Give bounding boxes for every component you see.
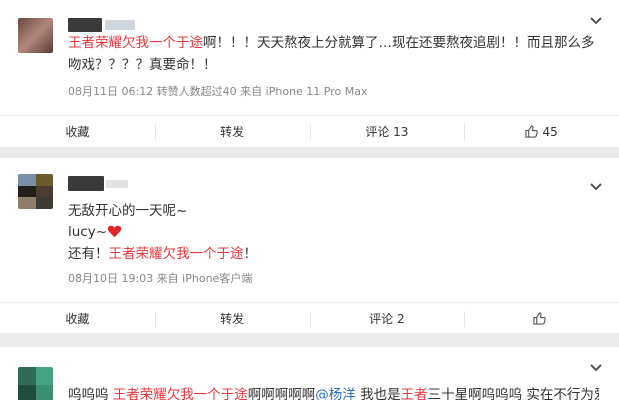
comment-button[interactable]: 评论 2 — [309, 303, 465, 334]
chevron-down-icon[interactable] — [589, 363, 603, 373]
post-line-2: lucy~ — [68, 221, 599, 243]
username-redacted[interactable] — [68, 176, 104, 191]
post-meta: 08月11日 06:12 转赞人数超过40 来自 iPhone 11 Pro M… — [68, 85, 368, 98]
post-highlight[interactable]: 王者荣耀欠我一个于途 — [109, 246, 244, 262]
collect-button[interactable]: 收藏 — [0, 303, 155, 334]
collect-label: 收藏 — [65, 312, 90, 326]
post-line-1: 无敌开心的一天呢~ — [68, 203, 188, 219]
post-highlight[interactable]: 王者荣耀欠我一个于途 — [113, 387, 248, 400]
collect-label: 收藏 — [65, 125, 90, 139]
chevron-down-icon[interactable] — [589, 182, 603, 192]
post-text-3: 啊啊啊啊啊 — [247, 387, 316, 400]
repost-button[interactable]: 转发 — [154, 303, 310, 334]
thumbs-up-icon — [533, 312, 546, 325]
heart-icon — [107, 225, 122, 238]
user-badge — [106, 180, 128, 188]
username-redacted[interactable] — [68, 18, 102, 32]
user-badge — [105, 20, 135, 30]
post-line-3-suffix: ！ — [243, 246, 258, 262]
like-button[interactable] — [464, 303, 619, 334]
collect-button[interactable]: 收藏 — [0, 116, 155, 147]
repost-button[interactable]: 转发 — [154, 116, 310, 147]
post-line-3-prefix: 还有！ — [68, 246, 109, 262]
comment-label: 评论 13 — [365, 125, 409, 139]
post-meta: 08月10日 19:03 来自 iPhone客户端 — [68, 272, 253, 285]
post-highlight[interactable]: 王者荣耀欠我一个于途 — [68, 35, 203, 51]
user-avatar[interactable] — [18, 174, 53, 209]
comment-label: 评论 2 — [369, 312, 405, 326]
weibo-post-2: 无敌开心的一天呢~ lucy~ 还有！王者荣耀欠我一个于途！ 08月10日 19… — [0, 158, 619, 333]
action-bar: 收藏 转发 评论 2 — [0, 302, 619, 334]
post-text: 呜呜呜 王者荣耀欠我一个于途啊啊啊啊啊@杨洋 我也是王者三十星啊呜呜呜 实在不行… — [68, 384, 599, 400]
post-text: 王者荣耀欠我一个于途啊！！！天天熬夜上分就算了…现在还要熬夜追剧！！而且那么多吻… — [68, 32, 599, 76]
user-avatar[interactable] — [18, 367, 53, 400]
post-highlight-2[interactable]: 王者 — [401, 387, 428, 400]
post-line-3: 还有！王者荣耀欠我一个于途！ — [68, 243, 599, 265]
like-button[interactable]: 45 — [464, 116, 619, 147]
post-text-7: 三十星啊呜呜呜 实在不行为爱肝 — [427, 387, 599, 400]
weibo-post-1: 王者荣耀欠我一个于途啊！！！天天熬夜上分就算了…现在还要熬夜追剧！！而且那么多吻… — [0, 0, 619, 147]
post-text-5: 我也是 — [355, 387, 401, 400]
comment-button[interactable]: 评论 13 — [309, 116, 465, 147]
thumbs-up-icon — [525, 125, 539, 138]
mention-link[interactable]: @杨洋 — [315, 387, 356, 400]
repost-label: 转发 — [220, 312, 245, 326]
action-bar: 收藏 转发 评论 13 45 — [0, 115, 619, 147]
post-line-2-text: lucy~ — [68, 224, 108, 240]
like-count: 45 — [542, 124, 558, 139]
chevron-down-icon[interactable] — [589, 16, 603, 26]
repost-label: 转发 — [220, 125, 245, 139]
user-avatar[interactable] — [18, 18, 53, 53]
post-text-1: 呜呜呜 — [68, 387, 113, 400]
weibo-post-3: 呜呜呜 王者荣耀欠我一个于途啊啊啊啊啊@杨洋 我也是王者三十星啊呜呜呜 实在不行… — [0, 347, 619, 400]
